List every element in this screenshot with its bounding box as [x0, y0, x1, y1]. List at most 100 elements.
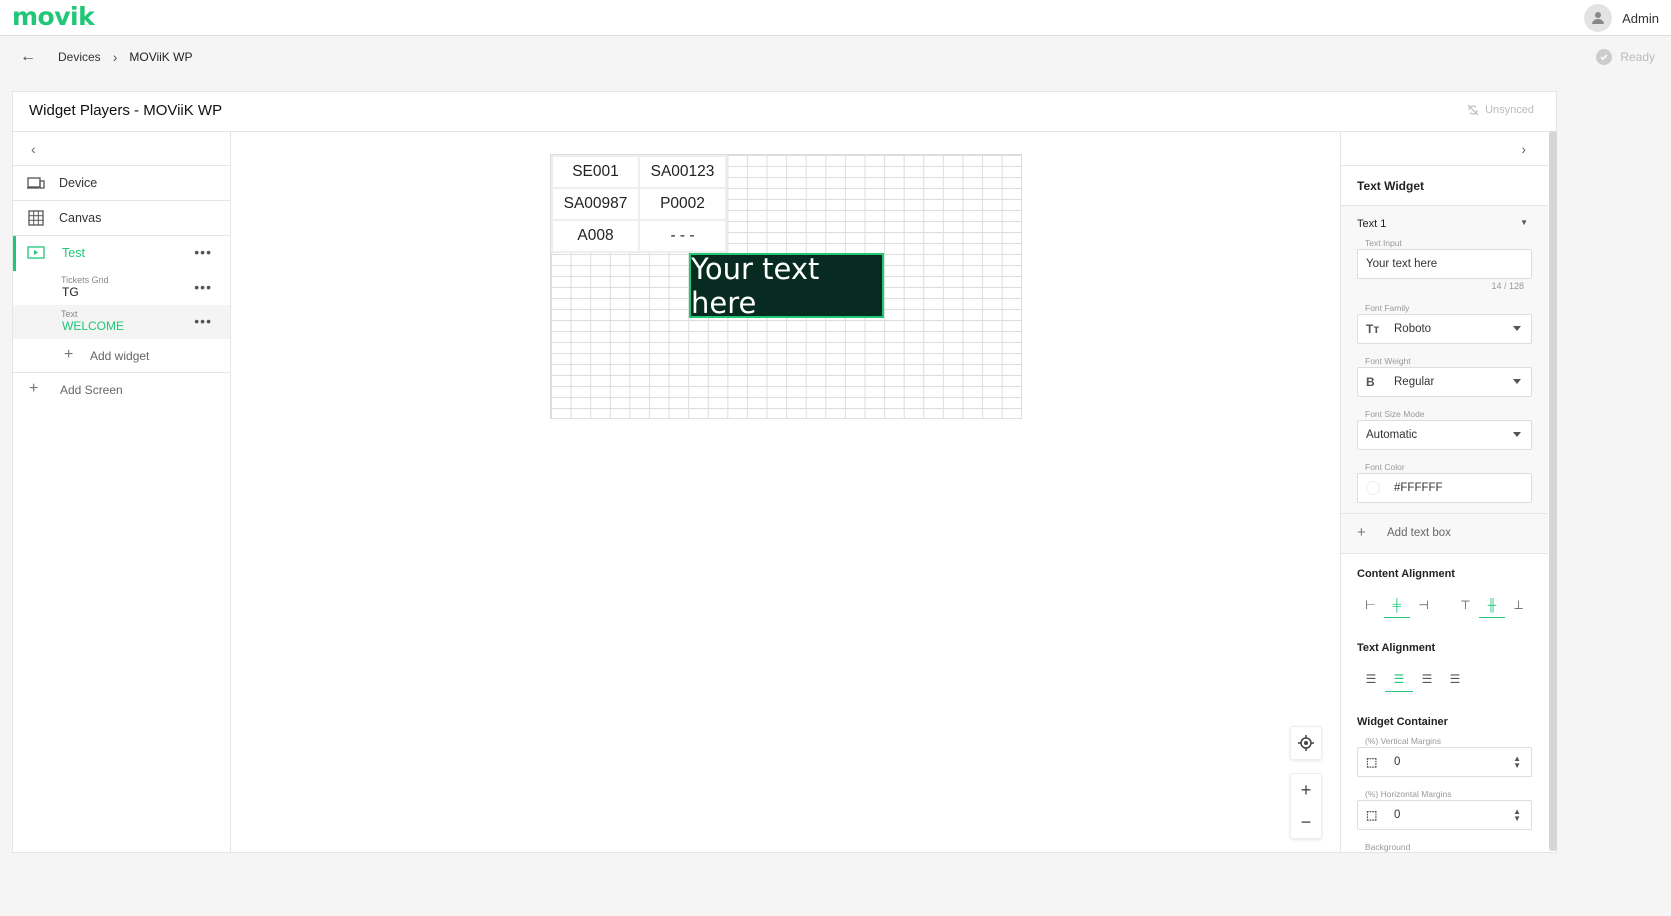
sidebar-item-canvas[interactable]: Canvas [13, 201, 230, 236]
widget-name: WELCOME [62, 319, 125, 333]
widget-item-text[interactable]: Text WELCOME ••• [13, 305, 230, 339]
bold-icon: B [1366, 375, 1375, 389]
font-weight-field: Font Weight B Regular [1357, 356, 1532, 397]
zoom-in-icon[interactable]: + [1291, 774, 1321, 806]
text-alignment-controls: ☰ ☰ ☰ ☰ [1341, 664, 1548, 694]
font-family-select[interactable]: Tт Roboto [1357, 314, 1532, 344]
text-widget[interactable]: Your text here [689, 251, 884, 320]
grid-icon [28, 210, 44, 226]
text-align-left-icon[interactable]: ☰ [1357, 666, 1385, 692]
zoom-out-icon[interactable]: − [1291, 806, 1321, 838]
text-align-center-icon[interactable]: ☰ [1385, 666, 1413, 692]
grid-cell: - - - [638, 219, 727, 253]
align-center-vertical-icon[interactable]: ╫ [1478, 592, 1506, 618]
text-item-label: Text 1 [1357, 218, 1387, 230]
avatar[interactable] [1584, 4, 1613, 32]
more-options-icon[interactable]: ••• [194, 244, 212, 260]
widget-item-tickets-grid[interactable]: Tickets Grid TG ••• [13, 271, 230, 305]
widget-type: Tickets Grid [61, 275, 109, 285]
tickets-grid-widget[interactable]: SE001 SA00123 SA00987 P0002 A008 - - - [551, 155, 727, 253]
more-options-icon[interactable]: ••• [194, 313, 212, 329]
alignment-section: Content Alignment ⊢ ╪ ⊣ ⊤ ╫ ⊥ Text Align… [1341, 554, 1548, 852]
font-size-mode-select[interactable]: Automatic [1357, 420, 1532, 450]
stepper-icon[interactable]: ▲ ▼ [1513, 755, 1521, 770]
dropdown-arrow-icon [1513, 432, 1521, 437]
breadcrumb-devices[interactable]: Devices [58, 50, 101, 64]
editor-card: Widget Players - MOViiK WP Unsynced ‹ De… [12, 91, 1557, 853]
field-label: Font Size Mode [1365, 409, 1425, 419]
sidebar-item-device[interactable]: Device [13, 166, 230, 201]
font-color-value: #FFFFFF [1394, 482, 1443, 494]
collapse-left-button[interactable]: ‹ [13, 132, 230, 166]
chevron-down-icon: ▼ [1520, 218, 1528, 227]
person-icon [1592, 12, 1605, 24]
font-weight-select[interactable]: B Regular [1357, 367, 1532, 397]
horizontal-margins-input[interactable]: ⬚ 0 ▲ ▼ [1357, 800, 1532, 830]
status-indicator: Ready [1596, 49, 1655, 65]
vertical-margin-icon: ⬚ [1366, 755, 1378, 769]
font-weight-value: Regular [1394, 376, 1435, 388]
color-swatch[interactable] [1366, 481, 1380, 495]
screen-icon [27, 246, 45, 259]
target-icon[interactable] [1291, 727, 1321, 759]
sync-text: Unsynced [1485, 104, 1534, 116]
breadcrumb-current: MOViiK WP [129, 50, 193, 64]
align-bottom-icon[interactable]: ⊥ [1505, 592, 1532, 618]
field-label: Background [1365, 842, 1411, 852]
grid-cell: SA00123 [638, 155, 727, 189]
font-icon: Tт [1366, 322, 1380, 336]
sidebar-item-label: Test [62, 246, 85, 260]
sidebar-item-label: Device [59, 176, 98, 190]
text-align-justify-icon[interactable]: ☰ [1441, 666, 1469, 692]
font-color-input[interactable]: #FFFFFF [1357, 473, 1532, 503]
app-logo[interactable]: movik [12, 2, 95, 31]
page-scrollbar[interactable] [1549, 131, 1557, 851]
align-left-icon[interactable]: ⊢ [1357, 592, 1384, 618]
grid-cell: SA00987 [551, 187, 640, 221]
breadcrumb: ← Devices › MOViiK WP [20, 48, 192, 66]
vertical-margins-field: (%) Vertical Margins ⬚ 0 ▲ ▼ [1357, 736, 1532, 777]
vertical-margins-input[interactable]: ⬚ 0 ▲ ▼ [1357, 747, 1532, 777]
widget-name: TG [62, 285, 79, 299]
add-text-box-button[interactable]: + Add text box [1341, 514, 1548, 554]
plus-icon: + [1357, 524, 1366, 541]
check-circle-icon [1596, 49, 1613, 65]
page-title: Widget Players - MOViiK WP [29, 102, 223, 119]
recenter-control[interactable] [1290, 726, 1322, 760]
grid-cell: P0002 [638, 187, 727, 221]
grid-cell: A008 [551, 219, 640, 253]
font-color-field: Font Color #FFFFFF [1357, 462, 1532, 503]
text-item-header[interactable]: Text 1 ▼ [1357, 218, 1532, 230]
add-screen-button[interactable]: + Add Screen [13, 373, 230, 407]
horizontal-margins-field: (%) Horizontal Margins ⬚ 0 ▲ ▼ [1357, 789, 1532, 830]
align-center-horizontal-icon[interactable]: ╪ [1383, 592, 1411, 618]
screen-preview[interactable]: SE001 SA00123 SA00987 P0002 A008 - - - Y… [550, 154, 1022, 419]
canvas-area[interactable]: SE001 SA00123 SA00987 P0002 A008 - - - Y… [232, 132, 1340, 852]
zoom-controls: + − [1290, 773, 1322, 839]
text-alignment-heading: Text Alignment [1357, 642, 1436, 654]
top-bar: movik Admin [0, 0, 1671, 36]
plus-icon: + [29, 380, 39, 397]
add-widget-button[interactable]: + Add widget [13, 339, 230, 373]
text-align-right-icon[interactable]: ☰ [1413, 666, 1441, 692]
text-input[interactable]: Your text here [1357, 249, 1532, 279]
more-options-icon[interactable]: ••• [194, 279, 212, 295]
dropdown-arrow-icon [1513, 326, 1521, 331]
field-label: Font Color [1365, 462, 1405, 472]
font-size-mode-value: Automatic [1366, 429, 1418, 441]
char-counter: 14 / 128 [1491, 281, 1524, 291]
align-top-icon[interactable]: ⊤ [1452, 592, 1479, 618]
align-right-icon[interactable]: ⊣ [1410, 592, 1437, 618]
user-name[interactable]: Admin [1622, 11, 1659, 26]
add-screen-label: Add Screen [60, 383, 123, 397]
back-arrow-icon[interactable]: ← [20, 48, 36, 66]
sidebar-item-test[interactable]: Test ••• [13, 236, 230, 271]
add-text-box-label: Add text box [1387, 527, 1451, 539]
text-widget-content: Your text here [691, 251, 820, 320]
stepper-icon[interactable]: ▲ ▼ [1513, 808, 1521, 823]
plus-icon: + [64, 346, 74, 363]
collapse-right-button[interactable]: › [1341, 132, 1548, 166]
user-menu[interactable]: Admin [1584, 4, 1659, 32]
panel-title: Text Widget [1341, 166, 1548, 206]
field-label: Text Input [1365, 238, 1402, 248]
